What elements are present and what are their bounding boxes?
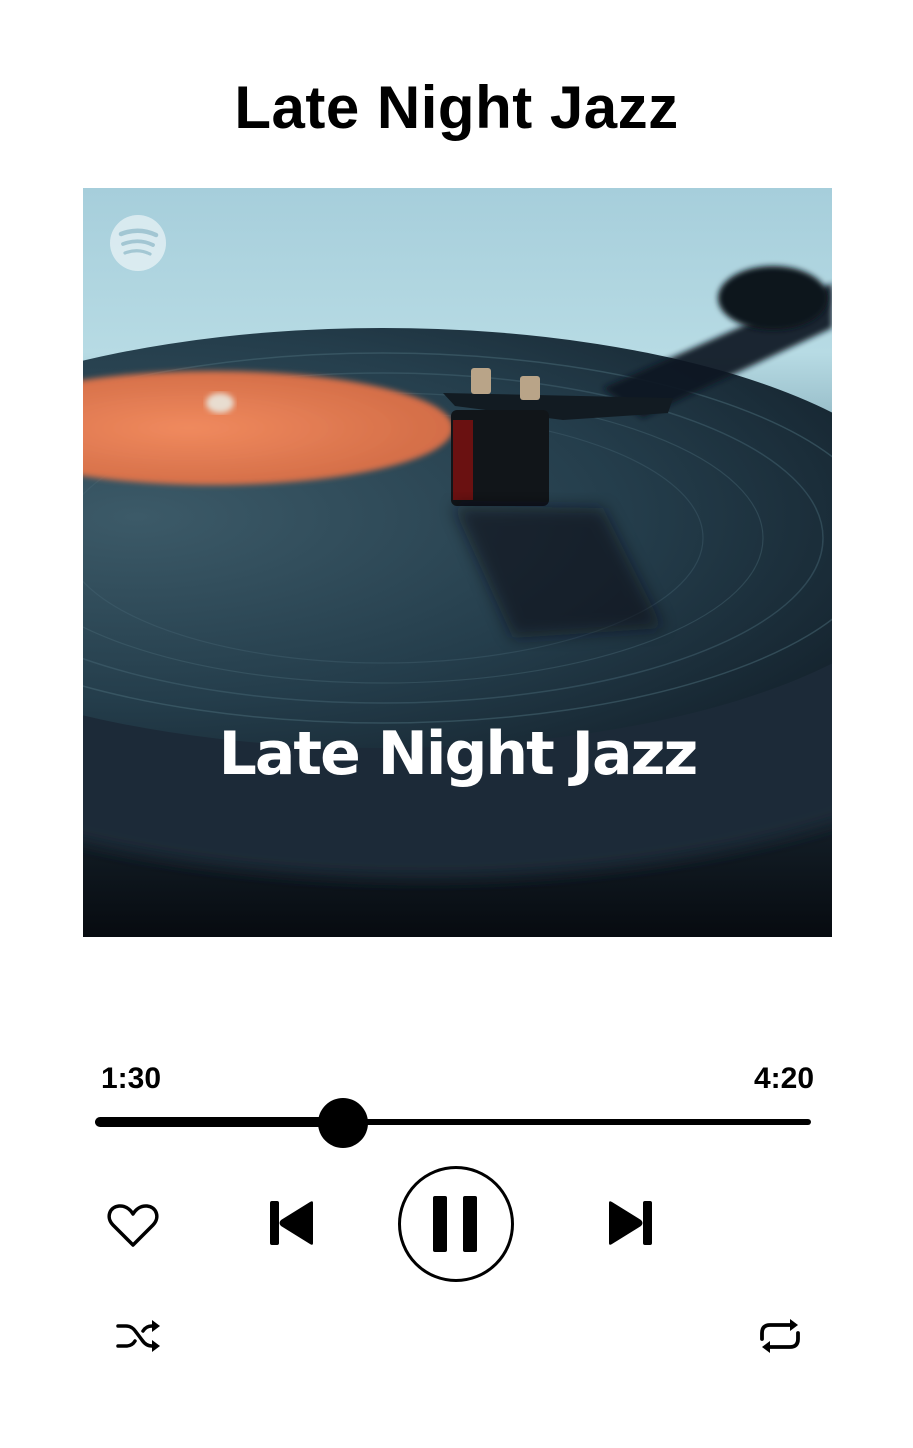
previous-button[interactable] [262,1193,322,1253]
next-button[interactable] [600,1193,660,1253]
repeat-icon [760,1319,800,1353]
turntable-image [83,188,832,937]
heart-icon [107,1204,159,1247]
page-title: Late Night Jazz [234,74,679,141]
pause-button[interactable] [398,1166,514,1282]
progress-fill [95,1117,343,1127]
elapsed-time: 1:30 [101,1062,162,1095]
total-time: 4:20 [753,1062,814,1095]
cover-title: Late Night Jazz [218,719,699,789]
skip-next-icon [609,1201,652,1245]
spotify-logo-icon [110,215,166,271]
skip-previous-icon [270,1201,313,1245]
progress-bar[interactable] [95,1098,811,1148]
progress-thumb[interactable] [317,1098,368,1148]
pause-icon [433,1196,477,1252]
shuffle-icon [116,1320,160,1352]
repeat-button[interactable] [752,1312,808,1360]
shuffle-button[interactable] [113,1312,165,1360]
like-button[interactable] [105,1198,161,1254]
playlist-cover: Late Night Jazz [83,188,832,937]
